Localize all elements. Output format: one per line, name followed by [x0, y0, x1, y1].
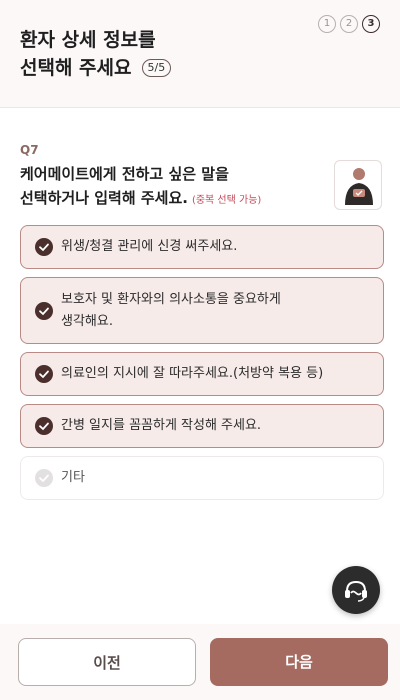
option-label: 보호자 및 환자와의 의사소통을 중요하게 생각해요.	[61, 291, 281, 329]
caregiver-icon	[334, 160, 382, 210]
option-other[interactable]: 기타	[20, 456, 384, 500]
headset-chat-icon	[345, 580, 367, 602]
question-count-badge: 5/5	[141, 59, 172, 77]
check-circle-icon	[35, 238, 53, 256]
chat-support-button[interactable]	[332, 566, 380, 614]
option-hygiene[interactable]: 위생/청결 관리에 신경 써주세요.	[20, 225, 384, 269]
next-button[interactable]: 다음	[210, 638, 388, 686]
check-circle-icon	[35, 417, 53, 435]
answer-options: 위생/청결 관리에 신경 써주세요. 보호자 및 환자와의 의사소통을 중요하게…	[20, 225, 384, 508]
step-3-active: 3	[362, 15, 380, 33]
option-label: 의료인의 지시에 잘 따라주세요.(처방약 복용 등)	[61, 366, 324, 381]
option-care-journal[interactable]: 간병 일지를 꼼꼼하게 작성해 주세요.	[20, 404, 384, 448]
question-line-1: 케어메이트에게 전하고 싶은 말을	[20, 165, 229, 183]
option-label: 기타	[61, 470, 85, 485]
page-header: 환자 상세 정보를 선택해 주세요 5/5 1 2 3	[0, 0, 400, 108]
check-circle-icon	[35, 301, 53, 320]
step-1: 1	[318, 15, 336, 33]
step-indicator: 1 2 3	[318, 15, 380, 33]
option-medical-instructions[interactable]: 의료인의 지시에 잘 따라주세요.(처방약 복용 등)	[20, 352, 384, 396]
page-title: 환자 상세 정보를 선택해 주세요 5/5	[20, 26, 172, 82]
footer-bar: 이전 다음	[0, 624, 400, 700]
check-circle-icon	[35, 365, 53, 383]
title-line-2: 선택해 주세요	[20, 57, 132, 79]
question-number: Q7	[20, 143, 39, 157]
option-communication[interactable]: 보호자 및 환자와의 의사소통을 중요하게 생각해요.	[20, 277, 384, 344]
step-2: 2	[340, 15, 358, 33]
question-text: 케어메이트에게 전하고 싶은 말을 선택하거나 입력해 주세요. (중복 선택 가…	[20, 162, 320, 213]
option-label: 간병 일지를 꼼꼼하게 작성해 주세요.	[61, 418, 262, 433]
prev-button[interactable]: 이전	[18, 638, 196, 686]
title-line-1: 환자 상세 정보를	[20, 29, 156, 51]
check-circle-empty-icon	[35, 469, 53, 487]
question-line-2: 선택하거나 입력해 주세요.	[20, 189, 188, 207]
multi-select-hint: (중복 선택 가능)	[191, 195, 262, 206]
option-label: 위생/청결 관리에 신경 써주세요.	[61, 239, 238, 254]
